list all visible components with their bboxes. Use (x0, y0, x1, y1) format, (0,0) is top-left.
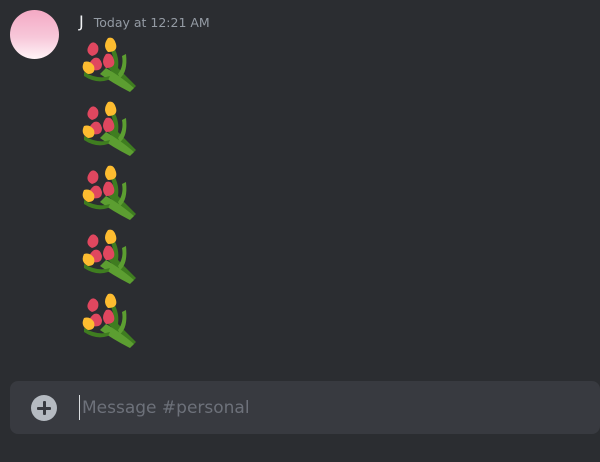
bouquet-emoji-icon[interactable] (80, 226, 138, 286)
message-header: J Today at 12:21 AM (79, 12, 210, 31)
bouquet-emoji-icon[interactable] (80, 290, 138, 350)
message-content (80, 34, 138, 354)
username[interactable]: J (79, 12, 84, 31)
plus-circle-icon[interactable] (31, 395, 57, 421)
avatar[interactable] (10, 10, 59, 59)
bouquet-emoji-icon[interactable] (80, 162, 138, 222)
message-composer (10, 381, 600, 434)
message-input[interactable] (80, 392, 584, 424)
bouquet-emoji-icon[interactable] (80, 98, 138, 158)
chat-message: J Today at 12:21 AM (0, 0, 600, 370)
timestamp: Today at 12:21 AM (93, 15, 210, 30)
bouquet-emoji-icon[interactable] (80, 34, 138, 94)
